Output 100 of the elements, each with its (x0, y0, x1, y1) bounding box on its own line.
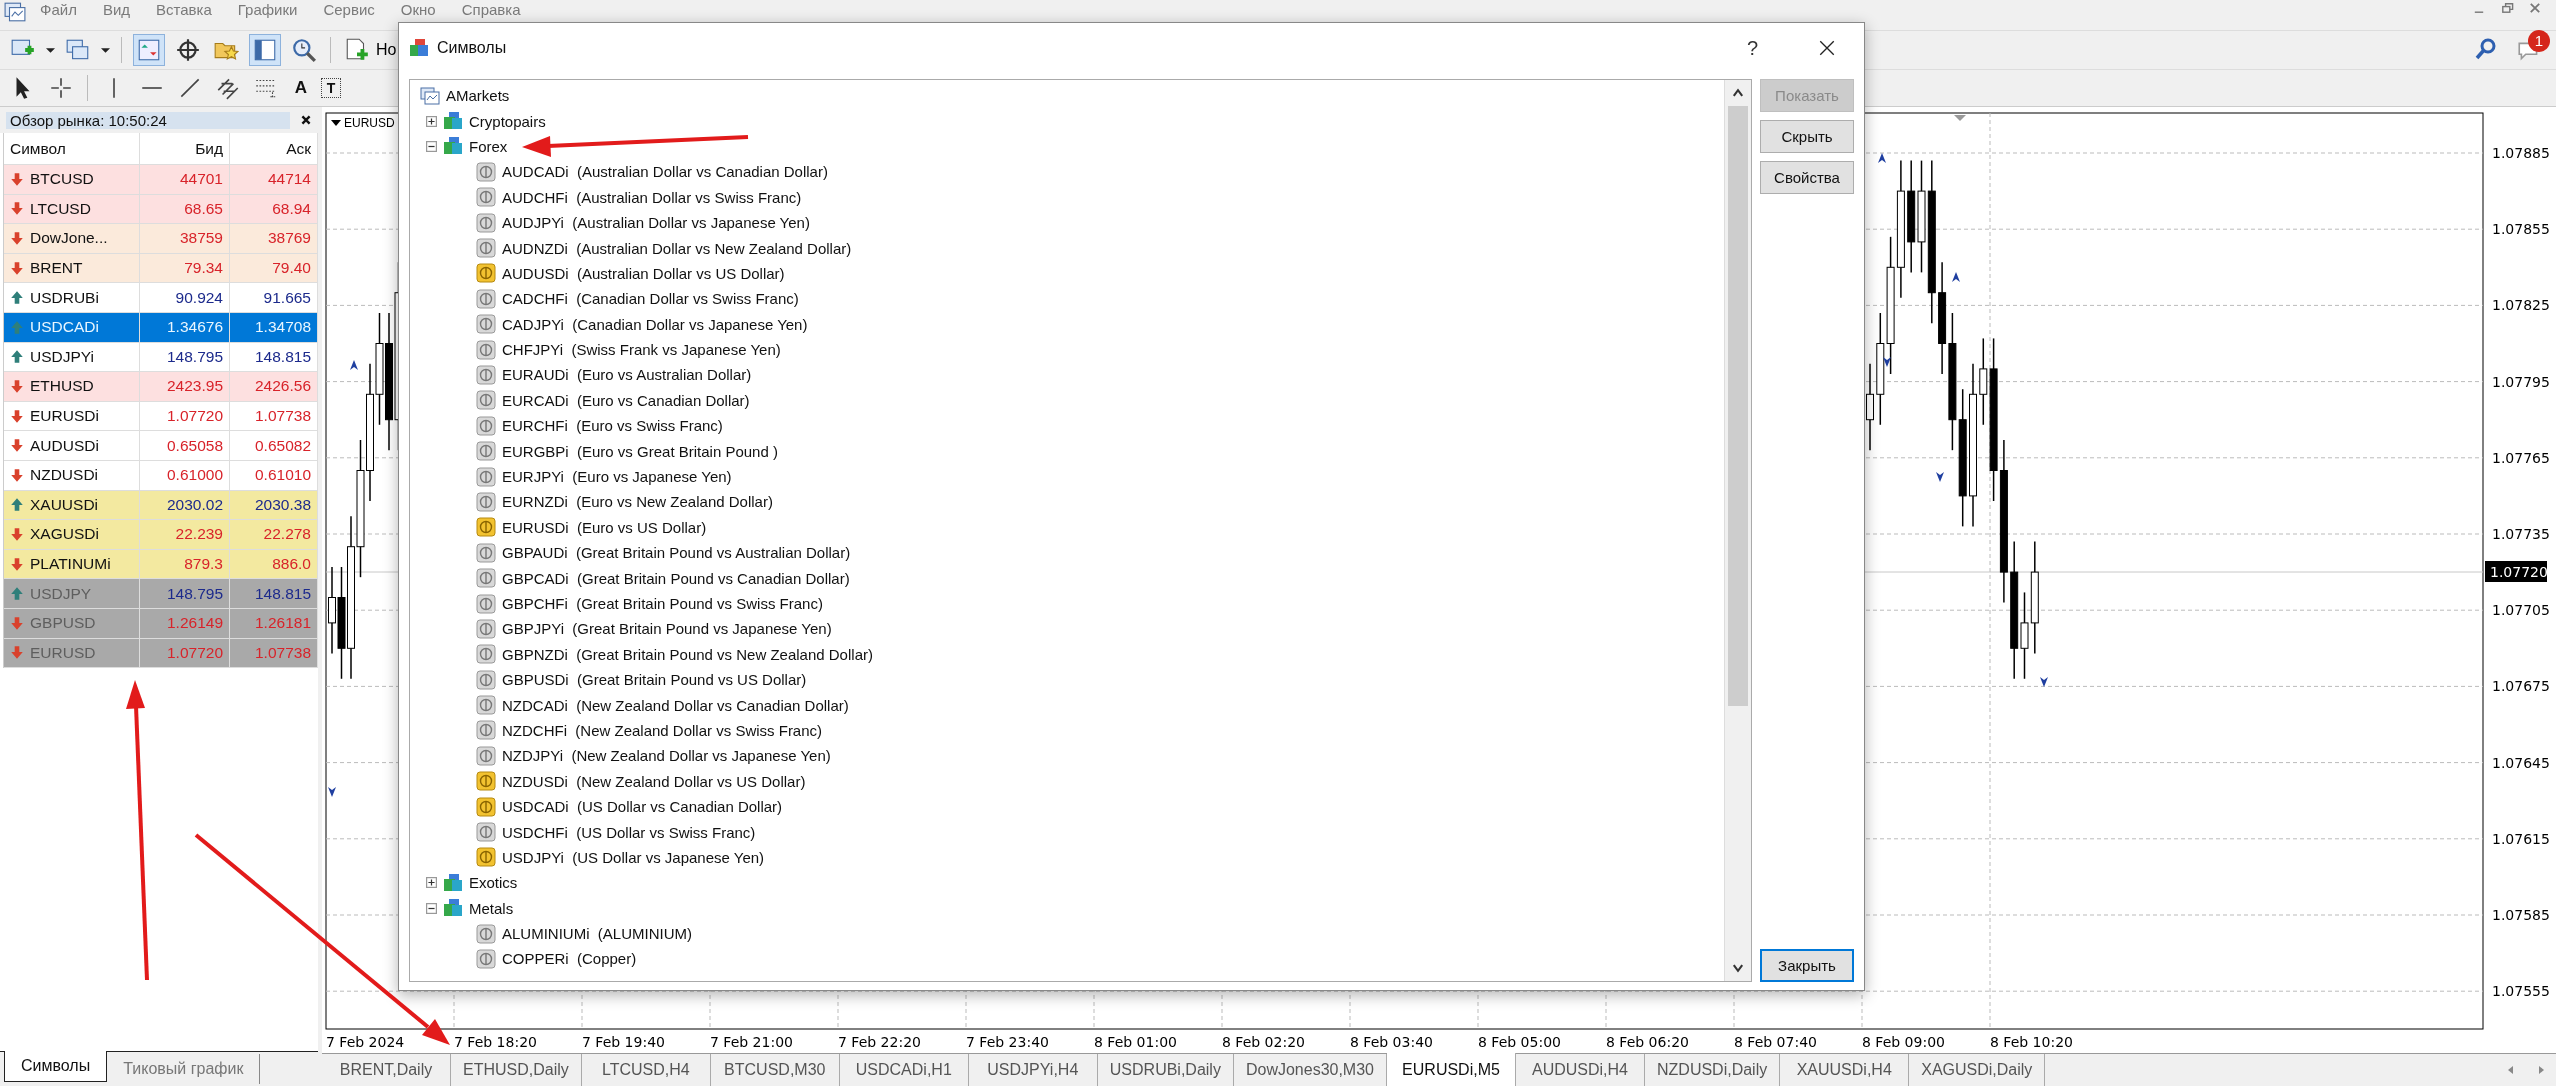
tree-item[interactable]: EURCADi (Euro vs Canadian Dollar) (502, 391, 750, 409)
menu-item[interactable]: Графики (237, 1, 298, 19)
menu-item[interactable]: Окно (400, 1, 436, 19)
dialog-button[interactable]: Свойства (1760, 161, 1854, 194)
chart-tab[interactable]: LTCUSD,H4 (581, 1054, 711, 1086)
symbol-row[interactable]: USDJPYi 148.795 148.815 (4, 342, 318, 373)
navigator-icon[interactable] (249, 34, 281, 66)
price-label: 1.07645 (2492, 754, 2550, 771)
scrollbar[interactable] (1724, 80, 1751, 981)
symbol-row[interactable]: PLATINUMi 879.3 886.0 (4, 549, 318, 580)
tree-item[interactable]: GBPCHFi (Great Britain Pound vs Swiss Franc) (502, 595, 823, 612)
tree-item[interactable]: Cryptopairs (469, 112, 546, 130)
text-label-tool[interactable]: T (321, 78, 341, 98)
tree-item[interactable]: CADCHFi (Canadian Dollar vs Swiss Franc) (502, 290, 799, 308)
tree-item[interactable]: EURNZDi (Euro vs New Zealand Dollar) (502, 493, 773, 511)
tree-item[interactable]: GBPUSDi (Great Britain Pound vs US Dollar) (502, 671, 807, 689)
market-watch-icon[interactable] (133, 34, 165, 66)
column-header[interactable]: Бид (140, 133, 230, 164)
tree-item[interactable]: Forex (469, 137, 508, 155)
panel-tab[interactable]: Символы (4, 1051, 108, 1082)
symbol-row[interactable]: XAUUSDi 2030.02 2030.38 (4, 490, 318, 521)
search-icon[interactable] (2474, 37, 2498, 61)
tree-item[interactable]: GBPAUDi (Great Britain Pound vs Australian Dollar) (502, 544, 851, 562)
expand-icon[interactable] (426, 115, 437, 127)
chart-tab[interactable]: USDJPYi,H4 (968, 1054, 1098, 1086)
tree-item[interactable]: AUDJPYi (Australian Dollar vs Japanese Yen) (502, 214, 810, 232)
chart-tab[interactable]: BTCUSD,M30 (710, 1054, 840, 1086)
chart-tab[interactable]: NZDUSDi,Daily (1645, 1054, 1781, 1086)
tree-item[interactable]: AUDUSDi (Australian Dollar vs US Dollar) (502, 264, 785, 282)
menu-item[interactable]: Сервис (323, 1, 375, 19)
tree-item[interactable]: CADJPYi (Canadian Dollar vs Japanese Yen) (502, 315, 808, 333)
tree-item[interactable]: GBPNZDi (Great Britain Pound vs New Zealand Dollar) (502, 645, 873, 663)
tree-item[interactable]: NZDUSDi (New Zealand Dollar vs US Dollar) (502, 772, 806, 790)
caret-icon[interactable] (46, 45, 55, 55)
tree-item[interactable]: USDCHFi (US Dollar vs Swiss Franc) (502, 823, 756, 841)
chart-tab[interactable]: EURUSDi,M5 (1387, 1053, 1516, 1086)
symbol-row[interactable]: DowJone... 38759 38769 (4, 224, 318, 254)
symbol-row[interactable]: USDCADi 1.34676 1.34708 (4, 312, 318, 343)
tree-item[interactable]: COPPERi (Copper) (502, 950, 637, 968)
symbol-row[interactable]: BTCUSD 44701 44714 (4, 165, 318, 195)
tree-item[interactable]: EURUSDi (Euro vs US Dollar) (502, 518, 707, 536)
chart-tab[interactable]: BRENT,Daily (322, 1054, 451, 1086)
tree-item[interactable]: USDJPYi (US Dollar vs Japanese Yen) (502, 848, 765, 866)
collapse-icon[interactable] (426, 140, 437, 152)
tree-item[interactable]: NZDCADi (New Zealand Dollar vs Canadian Dollar) (502, 696, 849, 714)
tree-item[interactable]: USDCADi (US Dollar vs Canadian Dollar) (502, 798, 783, 816)
symbol-row[interactable]: ETHUSD 2423.95 2426.56 (4, 372, 318, 402)
tree-item[interactable]: AUDNZDi (Australian Dollar vs New Zealand Dollar) (502, 239, 852, 257)
tree-item[interactable]: NZDCHFi (New Zealand Dollar vs Swiss Franc) (502, 721, 823, 739)
restore-icon[interactable] (2500, 1, 2514, 15)
chart-tab[interactable]: USDRUBi,Daily (1097, 1054, 1234, 1086)
shift-marker-icon[interactable] (1954, 115, 1966, 121)
scroll-right-icon[interactable] (2536, 1064, 2546, 1076)
menu-item[interactable]: Файл (40, 1, 77, 19)
dialog-button[interactable]: Закрыть (1760, 949, 1854, 982)
column-header[interactable]: Аск (230, 133, 318, 164)
tree-item[interactable]: EURCHFi (Euro vs Swiss Franc) (502, 417, 723, 435)
help-button[interactable]: ? (1746, 36, 1758, 60)
column-header[interactable]: Символ (4, 133, 140, 164)
dialog-button[interactable]: Скрыть (1760, 120, 1854, 153)
symbol-row[interactable]: AUDUSDi 0.65058 0.65082 (4, 431, 318, 461)
scroll-left-icon[interactable] (2506, 1064, 2516, 1076)
tree-item[interactable]: EURAUDi (Euro vs Australian Dollar) (502, 366, 752, 384)
chart-tab[interactable]: AUDUSDi,H4 (1516, 1054, 1645, 1086)
tree-item[interactable]: GBPCADi (Great Britain Pound vs Canadian Dollar) (502, 569, 850, 587)
tree-item[interactable]: AUDCADi (Australian Dollar vs Canadian Dollar) (502, 163, 828, 181)
chart-tab[interactable]: XAUUSDi,H4 (1780, 1054, 1910, 1086)
chart-tab[interactable]: XAGUSDi,Daily (1909, 1054, 2046, 1086)
expand-icon[interactable] (426, 877, 437, 889)
tree-item[interactable]: AMarkets (446, 87, 510, 105)
menu-item[interactable]: Вид (102, 1, 131, 19)
panel-title: Обзор рынка: 10:50:24 (6, 111, 290, 129)
chart-tab[interactable]: USDCADi,H1 (839, 1054, 969, 1086)
symbol-row[interactable]: EURUSDi 1.07720 1.07738 (4, 401, 318, 432)
tree-item[interactable]: Metals (469, 899, 514, 917)
menu-item[interactable]: Вставка (156, 1, 212, 19)
tree-item[interactable]: ALUMINIUMi (ALUMINIUM) (502, 925, 692, 943)
tree-item[interactable]: AUDCHFi (Australian Dollar vs Swiss Franc) (502, 188, 802, 206)
collapse-icon[interactable] (426, 902, 437, 914)
tree-item[interactable]: CHFJPYi (Swiss Frank vs Japanese Yen) (502, 341, 781, 359)
price-label: 1.07675 (2492, 678, 2550, 695)
caret-icon[interactable] (101, 45, 110, 55)
symbol-row[interactable]: USDRUBi 90.924 91.665 (4, 283, 318, 313)
symbol-row[interactable]: LTCUSD 68.65 68.94 (4, 194, 318, 225)
chart-tab[interactable]: ETHUSD,Daily (451, 1054, 582, 1086)
panel-tab[interactable]: Тиковый график (107, 1054, 261, 1084)
symbol-row[interactable]: XAGUSDi 22.239 22.278 (4, 520, 318, 550)
new-order-button[interactable]: Но (342, 35, 397, 65)
symbol-row[interactable]: NZDUSDi 0.61000 0.61010 (4, 460, 318, 491)
symbol-row[interactable]: BRENT 79.34 79.40 (4, 253, 318, 284)
app-icon[interactable] (4, 1, 26, 23)
tree-item[interactable]: Exotics (469, 874, 518, 892)
close-icon[interactable] (300, 114, 312, 126)
tree-item[interactable]: GBPJPYi (Great Britain Pound vs Japanese Yen) (502, 620, 832, 638)
close-icon[interactable] (1818, 39, 1836, 57)
text-tool[interactable]: A (289, 78, 313, 98)
tree-item[interactable]: NZDJPYi (New Zealand Dollar vs Japanese Yen) (502, 747, 831, 765)
menu-item[interactable]: Справка (461, 1, 521, 19)
tree-item[interactable]: EURGBPi (Euro vs Great Britain Pound ) (502, 442, 778, 460)
tree-item[interactable]: EURJPYi (Euro vs Japanese Yen) (502, 468, 732, 486)
